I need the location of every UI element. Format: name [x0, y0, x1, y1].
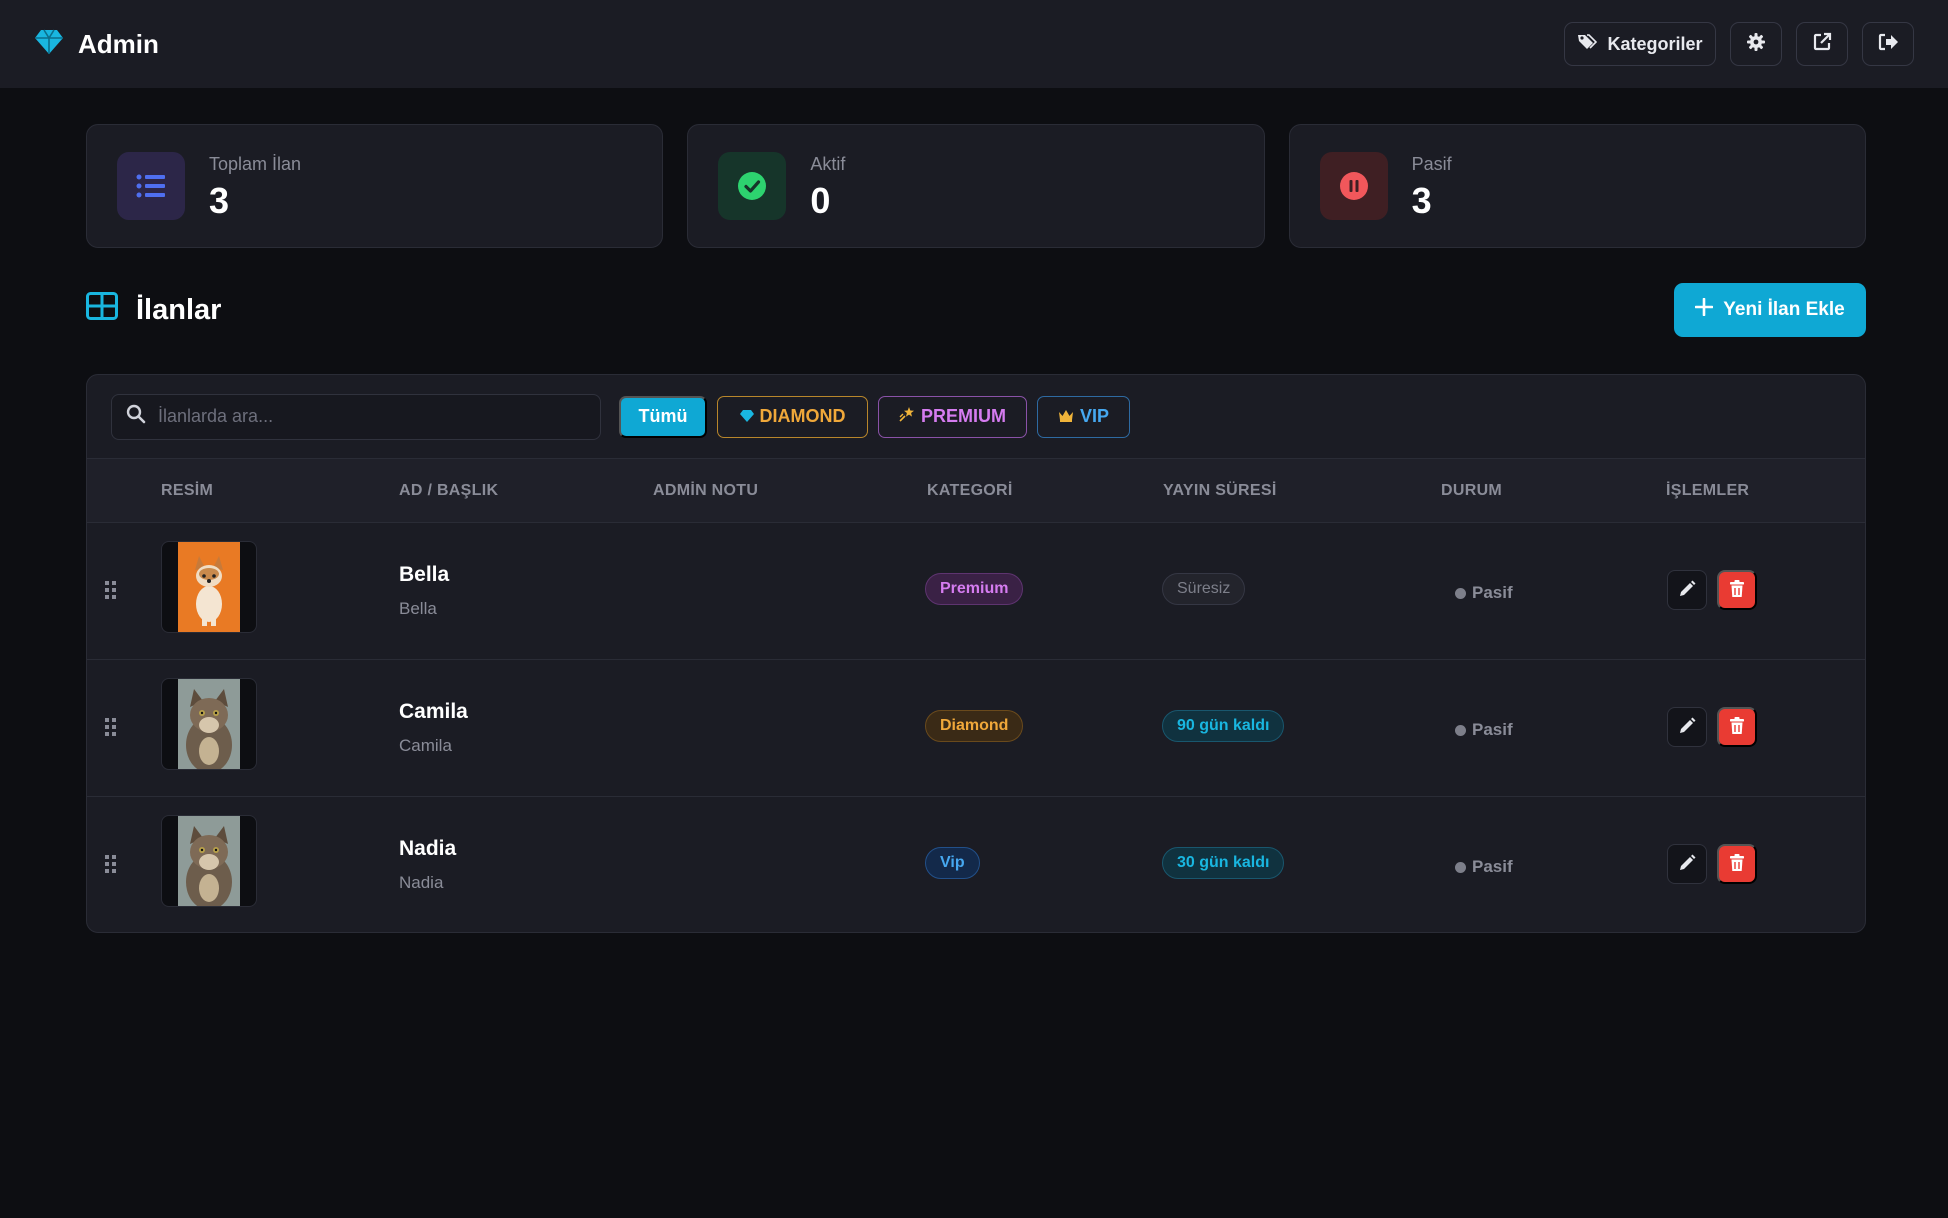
logout-icon	[1877, 32, 1899, 57]
pencil-icon	[1678, 580, 1696, 601]
edit-button[interactable]	[1667, 570, 1707, 610]
duration-badge: Süresiz	[1162, 573, 1246, 605]
stat-card-passive: Pasif 3	[1288, 124, 1866, 248]
duration-badge: 90 gün kaldı	[1162, 710, 1285, 742]
drag-handle-icon[interactable]	[105, 855, 117, 878]
stat-card-active: Aktif 0	[687, 124, 1265, 248]
section-title: İlanlar	[86, 292, 221, 328]
grid-icon	[86, 292, 118, 328]
drag-handle-icon[interactable]	[105, 581, 117, 604]
external-link-button[interactable]	[1796, 22, 1848, 66]
filter-diamond-label: DIAMOND	[759, 406, 846, 426]
pencil-icon	[1678, 717, 1696, 738]
pause-circle-icon	[1319, 152, 1388, 220]
status-text: Pasif	[1472, 583, 1513, 602]
listings-header: İlanlar Yeni İlan Ekle	[86, 282, 1866, 338]
status-badge: Pasif	[1455, 857, 1513, 877]
section-title-text: İlanlar	[136, 293, 222, 326]
duration-badge: 30 gün kaldı	[1162, 847, 1285, 879]
trash-icon	[1729, 579, 1745, 601]
top-navbar: Admin Kategoriler	[0, 0, 1948, 88]
external-link-icon	[1812, 32, 1832, 57]
column-header: DURUM	[1441, 481, 1503, 499]
column-header: KATEGORİ	[927, 481, 1013, 499]
brand[interactable]: Admin	[34, 29, 159, 60]
search-icon	[126, 404, 146, 429]
settings-button[interactable]	[1730, 22, 1782, 66]
category-badge: Vip	[925, 847, 980, 879]
filter-premium-label: PREMIUM	[921, 406, 1006, 426]
categories-label: Kategoriler	[1607, 33, 1703, 54]
trash-icon	[1729, 853, 1745, 875]
table-header: RESİM AD / BAŞLIK ADMİN NOTU KATEGORİ YA…	[87, 459, 1865, 523]
category-badge: Premium	[925, 573, 1024, 605]
check-circle-icon	[718, 152, 787, 220]
table-row: Nadia Nadia Vip 30 gün kaldı Pasif	[87, 797, 1865, 932]
listing-thumbnail[interactable]	[161, 815, 257, 907]
filter-all-button[interactable]: Tümü	[619, 395, 707, 438]
edit-button[interactable]	[1667, 844, 1707, 884]
listings-panel: Tümü DIAMOND PREMIUM VIP RESİM AD / BAŞL…	[86, 374, 1866, 933]
filter-vip-label: VIP	[1079, 406, 1109, 426]
search-box	[111, 393, 601, 440]
table-row: Camila Camila Diamond 90 gün kaldı Pasif	[87, 660, 1865, 797]
delete-button[interactable]	[1717, 707, 1757, 747]
logout-button[interactable]	[1862, 22, 1914, 66]
stat-label: Toplam İlan	[209, 153, 302, 174]
filter-premium-button[interactable]: PREMIUM	[878, 395, 1027, 438]
tags-icon	[1577, 33, 1598, 56]
drag-handle-icon[interactable]	[105, 718, 117, 741]
column-header: YAYIN SÜRESİ	[1163, 481, 1277, 499]
column-header: AD / BAŞLIK	[399, 481, 499, 499]
listing-name: Bella	[399, 563, 450, 586]
categories-button[interactable]: Kategoriler	[1564, 22, 1716, 66]
filter-vip-button[interactable]: VIP	[1037, 395, 1130, 438]
listing-thumbnail[interactable]	[161, 541, 257, 633]
search-input[interactable]	[158, 406, 586, 427]
star-icon	[899, 406, 915, 427]
diamond-icon	[34, 29, 64, 60]
crown-icon	[1058, 406, 1074, 427]
stat-label: Aktif	[810, 153, 846, 174]
edit-button[interactable]	[1667, 707, 1707, 747]
status-dot	[1455, 587, 1466, 599]
list-icon	[117, 152, 185, 220]
listing-subtitle: Camila	[399, 736, 452, 755]
table-row: Bella Bella Premium Süresiz Pasif	[87, 523, 1865, 660]
filter-diamond-button[interactable]: DIAMOND	[717, 395, 868, 438]
status-text: Pasif	[1472, 720, 1513, 739]
add-listing-label: Yeni İlan Ekle	[1723, 299, 1845, 320]
delete-button[interactable]	[1717, 570, 1757, 610]
gear-icon	[1746, 32, 1766, 57]
stat-value: 3	[209, 179, 230, 221]
listing-name: Camila	[399, 700, 468, 723]
listing-subtitle: Bella	[399, 599, 437, 618]
nav-actions: Kategoriler	[1564, 22, 1914, 66]
column-header: RESİM	[161, 481, 214, 499]
listing-subtitle: Nadia	[399, 873, 444, 892]
column-header: ADMİN NOTU	[653, 481, 759, 499]
stat-value: 3	[1411, 179, 1432, 221]
status-dot	[1455, 861, 1466, 873]
listing-name: Nadia	[399, 837, 457, 860]
listing-thumbnail[interactable]	[161, 678, 257, 770]
delete-button[interactable]	[1717, 844, 1757, 884]
pencil-icon	[1678, 854, 1696, 875]
status-text: Pasif	[1472, 857, 1513, 876]
category-badge: Diamond	[925, 710, 1024, 742]
trash-icon	[1729, 716, 1745, 738]
diamond-icon	[739, 406, 754, 427]
filter-bar: Tümü DIAMOND PREMIUM VIP	[87, 375, 1865, 459]
status-badge: Pasif	[1455, 720, 1513, 740]
add-listing-button[interactable]: Yeni İlan Ekle	[1674, 283, 1866, 337]
stat-value: 0	[810, 179, 831, 221]
status-dot	[1455, 724, 1466, 736]
stat-card-total: Toplam İlan 3	[86, 124, 664, 248]
stat-label: Pasif	[1411, 153, 1452, 174]
status-badge: Pasif	[1455, 583, 1513, 603]
stats-row: Toplam İlan 3 Aktif 0 Pasif 3	[86, 124, 1866, 248]
plus-icon	[1694, 297, 1714, 322]
column-header: İŞLEMLER	[1666, 481, 1750, 499]
brand-title: Admin	[78, 28, 159, 59]
